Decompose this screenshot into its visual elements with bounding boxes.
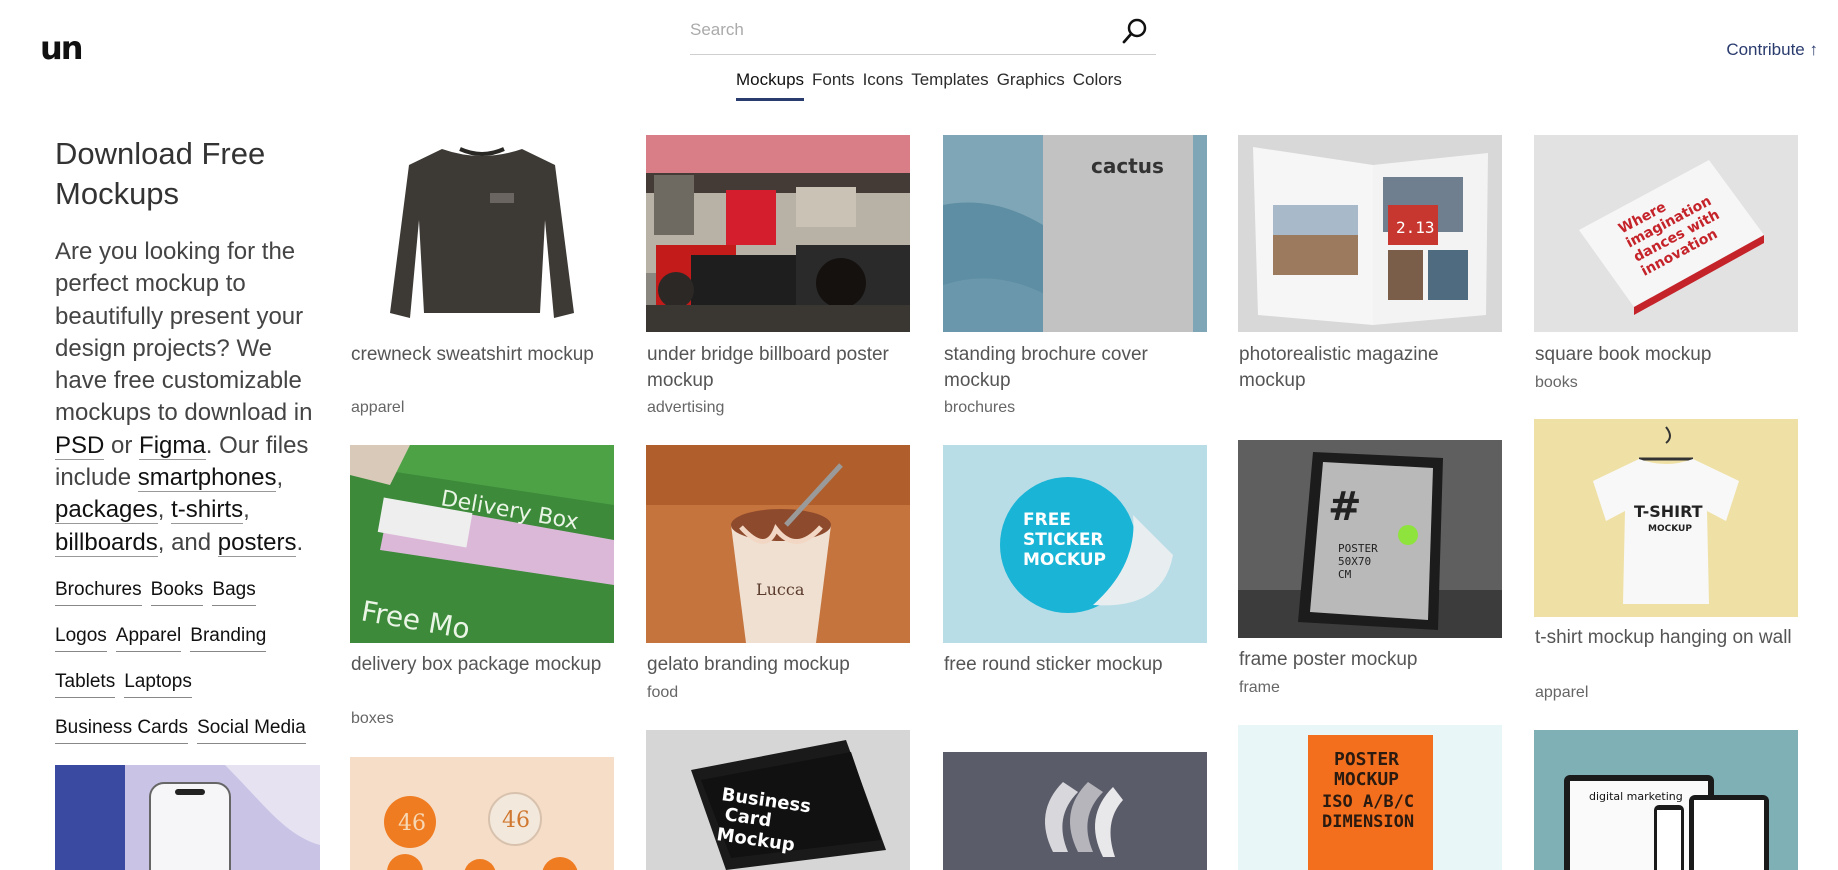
card-image-sticker[interactable]: FREE STICKER MOCKUP xyxy=(943,445,1207,643)
card-tag[interactable]: apparel xyxy=(1535,684,1588,702)
card-title[interactable]: crewneck sweatshirt mockup xyxy=(351,342,613,368)
tab-colors[interactable]: Colors xyxy=(1073,70,1122,101)
tag-tablets[interactable]: Tablets xyxy=(55,671,116,698)
card-image-sweatshirt[interactable] xyxy=(350,135,614,332)
card-title[interactable]: standing brochure cover mockup xyxy=(944,342,1206,394)
tee-text-2: MOCKUP xyxy=(1648,524,1692,534)
card-image-delivery-box[interactable]: Delivery Box Free Mo xyxy=(350,445,614,643)
tag-laptops[interactable]: Laptops xyxy=(124,671,192,698)
card-title[interactable]: frame poster mockup xyxy=(1239,647,1501,673)
unblast-logo[interactable]: un xyxy=(40,28,84,68)
card-image-brochure[interactable]: cactus xyxy=(943,135,1207,332)
card-image-square-book[interactable]: Where imagination dances with innovation xyxy=(1534,135,1798,332)
card-tag[interactable]: books xyxy=(1535,374,1578,392)
card-title[interactable]: photorealistic magazine mockup xyxy=(1239,342,1501,394)
sidebar: Download Free Mockups Are you looking fo… xyxy=(55,134,325,763)
card-image-business-card[interactable]: Business Card Mockup xyxy=(646,730,910,870)
contribute-link[interactable]: Contribute ↑ xyxy=(1726,40,1818,60)
card-title[interactable]: free round sticker mockup xyxy=(944,652,1206,678)
intro-text: Are you looking for the perfect mockup t… xyxy=(55,238,313,557)
card-title[interactable]: t-shirt mockup hanging on wall xyxy=(1535,625,1797,651)
magazine-text: 2.13 xyxy=(1396,218,1435,237)
sticker-text-2: STICKER xyxy=(1023,530,1104,550)
frame-text-2: 50X70 xyxy=(1338,555,1371,568)
figma-link[interactable]: Figma xyxy=(139,431,206,460)
sticker-text-3: MOCKUP xyxy=(1023,550,1106,570)
dm-text-1: digital marketing xyxy=(1589,790,1683,803)
packages-link[interactable]: packages xyxy=(55,496,158,525)
tag-logos[interactable]: Logos xyxy=(55,625,107,652)
tag-business-cards[interactable]: Business Cards xyxy=(55,717,189,744)
card-image-digital-marketing[interactable]: digital marketing xyxy=(1534,730,1798,870)
op-text-2: MOCKUP xyxy=(1334,769,1399,790)
posters-link[interactable]: posters xyxy=(217,528,297,557)
brochure-text: cactus xyxy=(1091,154,1164,178)
phone-mockup-image[interactable] xyxy=(55,765,320,870)
search-input[interactable] xyxy=(690,10,1110,50)
tag-branding[interactable]: Branding xyxy=(190,625,267,652)
tab-mockups[interactable]: Mockups xyxy=(736,70,805,101)
tab-graphics[interactable]: Graphics xyxy=(997,70,1065,101)
tag-books[interactable]: Books xyxy=(150,579,204,606)
category-tags: Brochures Books Bags Logos Apparel Brand… xyxy=(55,579,325,744)
op-text-4: DIMENSION xyxy=(1322,812,1414,832)
card-image-frame-poster[interactable]: # POSTER 50X70 CM xyxy=(1238,440,1502,638)
card-image-pins[interactable]: 46 46 xyxy=(350,757,614,870)
card-image-billboard[interactable] xyxy=(646,135,910,332)
card-image-metal-logo[interactable] xyxy=(943,752,1207,870)
card-image-gelato[interactable]: Lucca xyxy=(646,445,910,643)
tee-text-1: T-SHIRT xyxy=(1634,502,1703,521)
tshirts-link[interactable]: t-shirts xyxy=(171,496,244,525)
tab-fonts[interactable]: Fonts xyxy=(812,70,855,101)
card-title[interactable]: square book mockup xyxy=(1535,342,1797,368)
card-tag[interactable]: advertising xyxy=(647,399,724,417)
card-title[interactable]: delivery box package mockup xyxy=(351,652,613,678)
op-text-3: ISO A/B/C xyxy=(1322,792,1414,812)
search-icon[interactable] xyxy=(1120,16,1150,46)
smartphones-link[interactable]: smartphones xyxy=(137,464,277,493)
frame-text-3: CM xyxy=(1338,568,1352,581)
tag-apparel[interactable]: Apparel xyxy=(115,625,182,652)
card-image-orange-poster[interactable]: POSTER MOCKUP ISO A/B/C DIMENSION xyxy=(1238,725,1502,870)
card-tag[interactable]: frame xyxy=(1239,679,1280,697)
card-title[interactable]: gelato branding mockup xyxy=(647,652,909,678)
tab-templates[interactable]: Templates xyxy=(911,70,988,101)
tag-brochures[interactable]: Brochures xyxy=(55,579,142,606)
psd-link[interactable]: PSD xyxy=(55,431,105,460)
pin-text: 46 xyxy=(398,811,426,836)
tab-icons[interactable]: Icons xyxy=(863,70,904,101)
billboards-link[interactable]: billboards xyxy=(55,528,158,557)
card-tag[interactable]: food xyxy=(647,684,678,702)
sticker-text-1: FREE xyxy=(1023,510,1071,530)
card-tag[interactable]: boxes xyxy=(351,710,394,728)
frame-glyph: # xyxy=(1328,484,1362,530)
page-title: Download Free Mockups xyxy=(55,136,266,211)
card-tag[interactable]: apparel xyxy=(351,399,404,417)
card-tag[interactable]: brochures xyxy=(944,399,1015,417)
frame-text-1: POSTER xyxy=(1338,542,1378,555)
category-nav: Mockups Fonts Icons Templates Graphics C… xyxy=(736,70,1122,101)
card-image-tshirt[interactable]: T-SHIRT MOCKUP xyxy=(1534,419,1798,617)
cup-text: Lucca xyxy=(756,580,805,599)
op-text-1: POSTER xyxy=(1334,749,1399,770)
tag-bags[interactable]: Bags xyxy=(212,579,256,606)
search-bar xyxy=(690,10,1156,55)
card-title[interactable]: under bridge billboard poster mockup xyxy=(647,342,909,394)
tag-social-media[interactable]: Social Media xyxy=(197,717,306,744)
card-image-magazine[interactable]: 2.13 xyxy=(1238,135,1502,332)
pin-text: 46 xyxy=(502,808,530,833)
